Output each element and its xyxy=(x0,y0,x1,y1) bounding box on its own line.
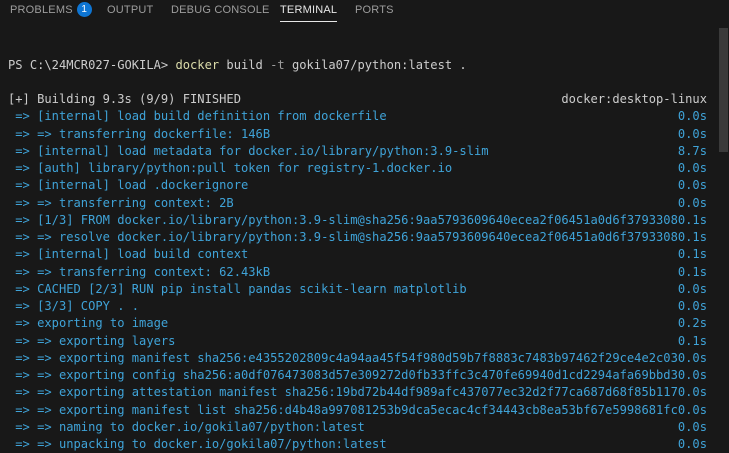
tab-terminal[interactable]: TERMINAL xyxy=(280,0,338,22)
terminal-line-duration: 8.7s xyxy=(677,143,707,158)
terminal-line-text: => [internal] load build context xyxy=(8,247,249,262)
terminal-command-rest: gokila07/python:latest . xyxy=(284,57,467,72)
terminal-line-text: => [auth] library/python:pull token for … xyxy=(8,161,453,175)
terminal-line: => [internal] load build definition from… xyxy=(0,108,717,125)
terminal-line-text: => => exporting manifest list sha256:d4b… xyxy=(8,402,678,417)
terminal-line-text: => CACHED [2/3] RUN pip install pandas s… xyxy=(8,281,467,296)
scrollbar-thumb[interactable] xyxy=(719,28,728,152)
panel-tab-bar: PROBLEMS 1 OUTPUT DEBUG CONSOLE TERMINAL … xyxy=(0,0,729,22)
terminal-line-text: => => exporting config sha256:a0df076473… xyxy=(8,368,678,382)
terminal-line: => [auth] library/python:pull token for … xyxy=(0,160,717,177)
tab-output-label: OUTPUT xyxy=(107,4,154,16)
terminal-line: => => unpacking to docker.io/gokila07/py… xyxy=(0,436,717,453)
terminal-line-text: => => resolve docker.io/library/python:3… xyxy=(8,230,678,244)
terminal-line-text: => exporting to image xyxy=(8,316,169,331)
terminal-line-text: => => exporting attestation manifest sha… xyxy=(8,385,678,400)
terminal-line-text: => [internal] load .dockerignore xyxy=(8,178,249,193)
terminal-line: => => transferring dockerfile: 146B 0.0s xyxy=(0,126,717,143)
terminal-line-duration: 0.0s xyxy=(677,419,707,434)
terminal-line-text: => [internal] load build definition from… xyxy=(8,109,387,124)
tab-debug-console-label: DEBUG CONSOLE xyxy=(171,4,270,16)
terminal-line-text: => => transferring context: 2B xyxy=(8,195,234,210)
terminal-line-duration: 0.0s xyxy=(677,161,707,175)
terminal-line: => => exporting attestation manifest sha… xyxy=(0,384,717,401)
terminal-line-duration: 0.0s xyxy=(677,385,707,400)
terminal-line-text: => => naming to docker.io/gokila07/pytho… xyxy=(8,419,365,434)
terminal-line-duration: 0.0s xyxy=(677,195,707,210)
terminal-line: => [internal] load build context 0.1s xyxy=(0,246,717,263)
terminal-line: => => transferring context: 62.43kB 0.1s xyxy=(0,264,717,281)
terminal-line-text: => => transferring dockerfile: 146B xyxy=(8,126,271,141)
terminal-line-duration: 0.1s xyxy=(677,247,707,262)
terminal-line: => => transferring context: 2B 0.0s xyxy=(0,195,717,212)
terminal-command-args: build xyxy=(219,57,271,72)
tab-output[interactable]: OUTPUT xyxy=(107,0,153,22)
terminal-line-text: => => transferring context: 62.43kB xyxy=(8,264,271,279)
terminal-line-duration: docker:desktop-linux xyxy=(561,92,707,106)
terminal-line-duration: 0.1s xyxy=(677,264,707,279)
terminal-line-text: => [1/3] FROM docker.io/library/python:3… xyxy=(8,212,678,227)
terminal-line-text: => => exporting layers xyxy=(8,333,176,348)
terminal-line: => [3/3] COPY . . 0.0s xyxy=(0,298,717,315)
problems-count-badge: 1 xyxy=(76,2,92,17)
terminal-line-duration: 0.0s xyxy=(677,402,707,417)
terminal-line-text: [+] Building 9.3s (9/9) FINISHED xyxy=(8,92,241,106)
terminal-line: => exporting to image 0.2s xyxy=(0,315,717,332)
tab-debug-console[interactable]: DEBUG CONSOLE xyxy=(171,0,270,22)
terminal-line-text: => => exporting manifest sha256:e4355202… xyxy=(8,350,678,365)
terminal-prompt: PS C:\24MCR027-GOKILA> xyxy=(8,57,169,72)
terminal-line: => => exporting config sha256:a0df076473… xyxy=(0,367,717,384)
terminal-prompt-line: PS C:\24MCR027-GOKILA> docker build -t g… xyxy=(0,57,717,74)
terminal-command-flag: -t xyxy=(270,57,285,72)
terminal-line: => CACHED [2/3] RUN pip install pandas s… xyxy=(0,281,717,298)
terminal-line: => => exporting manifest list sha256:d4b… xyxy=(0,402,717,419)
terminal-line: => [1/3] FROM docker.io/library/python:3… xyxy=(0,212,717,229)
tab-ports-label: PORTS xyxy=(355,4,394,16)
terminal-line-duration: 0.0s xyxy=(677,109,707,124)
terminal-line-duration: 0.0s xyxy=(677,368,707,382)
tab-problems[interactable]: PROBLEMS 1 xyxy=(10,0,92,22)
terminal-line-duration: 0.1s xyxy=(677,212,707,227)
terminal-line-duration: 0.0s xyxy=(677,299,707,313)
terminal-line-text: => [internal] load metadata for docker.i… xyxy=(8,143,489,158)
terminal-line-duration: 0.0s xyxy=(677,350,707,365)
terminal-line-text: => [3/3] COPY . . xyxy=(8,299,140,313)
terminal-output[interactable]: PS C:\24MCR027-GOKILA> docker build -t g… xyxy=(0,22,717,452)
terminal-line-duration: 0.2s xyxy=(677,316,707,331)
tab-ports[interactable]: PORTS xyxy=(355,0,394,22)
terminal-line: => => exporting layers 0.1s xyxy=(0,333,717,350)
terminal-line-duration: 0.1s xyxy=(677,230,707,244)
terminal-line-duration: 0.0s xyxy=(677,437,707,451)
terminal-line-duration: 0.0s xyxy=(677,178,707,193)
terminal-line: => => exporting manifest sha256:e4355202… xyxy=(0,350,717,367)
tab-terminal-label: TERMINAL xyxy=(280,4,338,16)
terminal-line: => => naming to docker.io/gokila07/pytho… xyxy=(0,419,717,436)
terminal-line: => [internal] load .dockerignore 0.0s xyxy=(0,177,717,194)
terminal-line-duration: 0.0s xyxy=(677,281,707,296)
terminal-line: => => resolve docker.io/library/python:3… xyxy=(0,229,717,246)
terminal-line-duration: 0.0s xyxy=(677,126,707,141)
terminal-scrollbar[interactable] xyxy=(717,22,729,411)
terminal-line: => [internal] load metadata for docker.i… xyxy=(0,143,717,160)
terminal-command: docker xyxy=(175,57,220,72)
terminal-line: [+] Building 9.3s (9/9) FINISHED docker:d… xyxy=(0,91,717,108)
tab-problems-label: PROBLEMS xyxy=(10,4,73,16)
terminal-line-text: => => unpacking to docker.io/gokila07/py… xyxy=(8,437,387,451)
terminal-line-duration: 0.1s xyxy=(677,333,707,348)
